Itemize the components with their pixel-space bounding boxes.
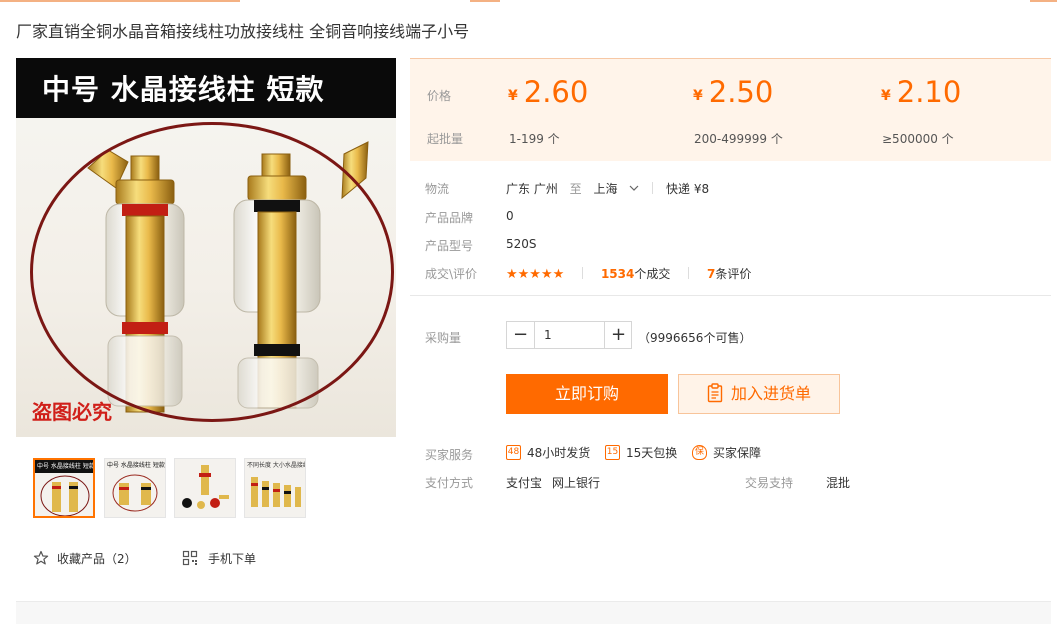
origin-city: 广东 广州 xyxy=(506,182,558,196)
deal-count: 1534 xyxy=(600,267,635,281)
quantity-input[interactable]: 1 xyxy=(534,322,605,348)
bottom-panel xyxy=(16,601,1051,624)
currency-symbol: ¥ xyxy=(881,88,891,104)
buyer-protection-icon: 保 xyxy=(692,444,707,460)
mobile-order-label: 手机下单 xyxy=(208,551,257,566)
stock-available: （9996656个可售） xyxy=(638,331,752,345)
model-value: 520S xyxy=(506,237,537,251)
thumbnail-picture xyxy=(40,475,90,516)
logistics-value: 广东 广州 至 上海 快递 ¥8 xyxy=(506,180,709,197)
image-watermark: 盗图必究 xyxy=(32,400,112,424)
thumbnail-picture xyxy=(251,477,301,507)
service-buyer-protection[interactable]: 保 买家保障 xyxy=(692,444,761,460)
service-label: 48小时发货 xyxy=(527,445,591,460)
review-count-link[interactable]: 7条评价 xyxy=(707,267,751,281)
price-tier-1: ¥2.60 xyxy=(508,75,588,109)
payment-method-online-bank: 网上银行 xyxy=(552,476,601,490)
trade-support-value: 混批 xyxy=(826,476,851,490)
favorite-product-label: 收藏产品（2） xyxy=(57,551,137,566)
deal-count-link[interactable]: 1534个成交 xyxy=(601,267,670,281)
logistics-label: 物流 xyxy=(425,182,450,196)
moq-label: 起批量 xyxy=(427,132,464,146)
deals-row: 成交\评价 ★★★★★ 1534个成交 7条评价 xyxy=(425,265,751,282)
decrease-quantity-button[interactable]: − xyxy=(507,322,534,348)
section-divider xyxy=(410,295,1051,296)
brand-row: 产品品牌 0 xyxy=(425,209,514,226)
deals-value: ★★★★★ 1534个成交 7条评价 xyxy=(506,265,751,282)
divider xyxy=(652,182,654,194)
price-value: 2.60 xyxy=(523,75,589,109)
service-48h-shipping[interactable]: 48 48小时发货 xyxy=(506,444,590,460)
price-tier-2: ¥2.50 xyxy=(693,75,773,109)
thumbnail-3[interactable] xyxy=(174,458,236,518)
trade-support-label: 交易支持 xyxy=(745,476,794,490)
increase-quantity-button[interactable]: + xyxy=(605,322,632,348)
service-15-day-exchange[interactable]: 15 15天包换 xyxy=(605,444,677,460)
add-to-purchase-list-label: 加入进货单 xyxy=(730,384,811,403)
chevron-down-icon xyxy=(629,185,639,191)
thumbnail-4[interactable]: 不同长度 大小水晶接线柱 xyxy=(244,458,306,518)
divider xyxy=(688,267,690,279)
48-hour-shipping-icon: 48 xyxy=(506,444,521,460)
thumbnail-1[interactable]: 中号 水晶接线柱 短款 xyxy=(33,458,95,518)
service-label: 买家保障 xyxy=(713,445,762,460)
thumbnail-2[interactable]: 中号 水晶接线柱 短款 xyxy=(104,458,166,518)
top-accent-bar xyxy=(0,0,1057,2)
model-label: 产品型号 xyxy=(425,239,474,253)
payment-method-alipay: 支付宝 xyxy=(506,476,543,490)
model-row: 产品型号 520S xyxy=(425,237,537,254)
logistics-row: 物流 广东 广州 至 上海 快递 ¥8 xyxy=(425,180,709,197)
15-day-exchange-icon: 15 xyxy=(605,444,620,460)
buy-now-button[interactable]: 立即订购 xyxy=(506,374,668,414)
price-panel: 价格 起批量 ¥2.60 ¥2.50 ¥2.10 1-199 个 200-499… xyxy=(410,58,1051,161)
mobile-order-link[interactable]: 手机下单 xyxy=(182,549,256,567)
deal-suffix: 个成交 xyxy=(634,267,671,281)
brand-value: 0 xyxy=(506,209,514,223)
thumbnail-picture xyxy=(182,465,229,509)
quantity-range-1: 1-199 个 xyxy=(509,132,560,146)
add-to-purchase-list-button[interactable]: 加入进货单 xyxy=(678,374,840,414)
image-frame-circle xyxy=(30,122,394,422)
price-value: 2.10 xyxy=(896,75,962,109)
to-word: 至 xyxy=(569,182,582,196)
star-outline-icon xyxy=(33,550,49,565)
accent-segment xyxy=(1030,0,1057,2)
product-title: 厂家直销全铜水晶音箱接线柱功放接线柱 全铜音响接线端子小号 xyxy=(16,22,470,41)
accent-segment xyxy=(470,0,500,2)
shipping-fee: 快递 ¥8 xyxy=(666,182,710,196)
price-label: 价格 xyxy=(427,89,452,103)
divider xyxy=(582,267,584,279)
destination-city: 上海 xyxy=(593,182,618,196)
clipboard-icon xyxy=(707,383,723,403)
brand-label: 产品品牌 xyxy=(425,211,474,225)
quantity-stepper: − 1 + xyxy=(506,321,632,349)
price-tier-3: ¥2.10 xyxy=(881,75,961,109)
thumbnail-picture xyxy=(112,474,158,512)
qr-code-icon xyxy=(182,550,198,566)
main-product-image[interactable]: 中号 水晶接线柱 短款 盗图必究 xyxy=(16,58,396,437)
price-value: 2.50 xyxy=(708,75,774,109)
review-suffix: 条评价 xyxy=(715,267,752,281)
deals-label: 成交\评价 xyxy=(425,267,478,281)
favorite-product-link[interactable]: 收藏产品（2） xyxy=(33,549,137,567)
quantity-range-3: ≥500000 个 xyxy=(882,132,954,146)
currency-symbol: ¥ xyxy=(508,88,518,104)
currency-symbol: ¥ xyxy=(693,88,703,104)
payment-label: 支付方式 xyxy=(425,476,474,490)
service-label: 15天包换 xyxy=(626,445,678,460)
quantity-range-2: 200-499999 个 xyxy=(694,132,783,146)
accent-segment xyxy=(0,0,240,2)
rating-stars: ★★★★★ xyxy=(506,267,565,282)
destination-select[interactable]: 上海 xyxy=(594,182,644,196)
qty-label: 采购量 xyxy=(425,331,462,345)
services-label: 买家服务 xyxy=(425,448,474,462)
